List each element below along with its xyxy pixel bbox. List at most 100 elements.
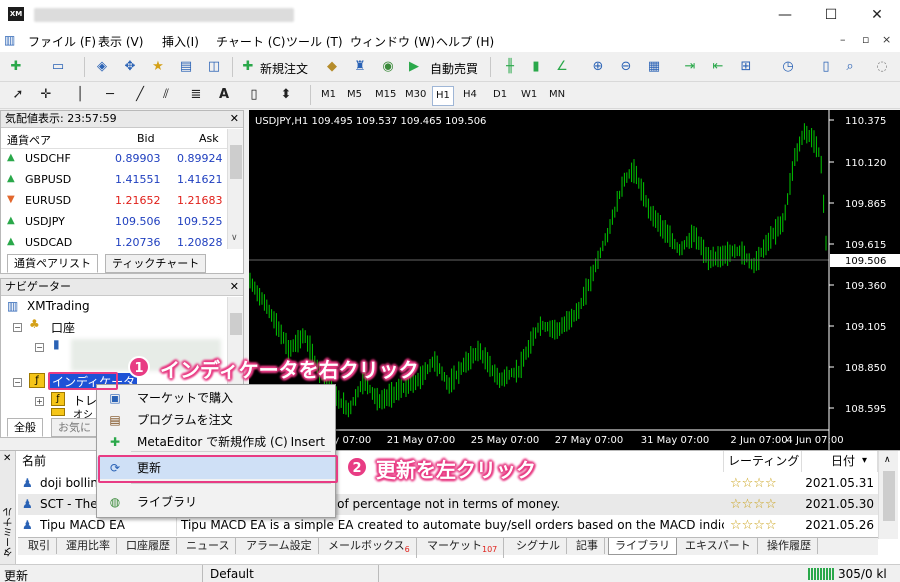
tab-favorites[interactable]: お気に — [51, 418, 98, 437]
menu-insert[interactable]: 挿入(I) — [162, 33, 199, 50]
indicators-list-icon[interactable]: ⊞ — [736, 57, 756, 77]
tab-terminal-5[interactable]: メールボックス6 — [322, 538, 417, 559]
price-chart[interactable]: USDJPY,H1 109.495 109.537 109.465 109.50… — [249, 110, 900, 450]
collapse-box-icon[interactable]: − — [13, 323, 22, 332]
data-window-icon[interactable]: ✥ — [120, 57, 140, 77]
tf-m1[interactable]: M1 — [318, 86, 339, 104]
tf-w1[interactable]: W1 — [518, 86, 540, 104]
tf-m5[interactable]: M5 — [344, 86, 365, 104]
new-order-icon[interactable]: ✚ — [238, 57, 258, 77]
tab-symbol-list[interactable]: 通貨ペアリスト — [7, 254, 98, 273]
expand-box-icon[interactable]: + — [35, 397, 44, 406]
scroll-up-icon[interactable]: ∧ — [884, 455, 891, 465]
trendline-icon[interactable]: ╱ — [130, 85, 150, 105]
market-watch-scrollbar[interactable]: ∨ — [227, 129, 243, 249]
ctx-item-buy-market[interactable]: ▣ マーケットで購入 — [97, 387, 335, 409]
auto-scroll-icon[interactable]: ⇥ — [680, 57, 700, 77]
tab-terminal-0[interactable]: 取引 — [22, 538, 57, 554]
col-ask[interactable]: Ask — [199, 132, 219, 145]
tab-general[interactable]: 全般 — [7, 418, 43, 437]
scroll-thumb[interactable] — [230, 313, 242, 335]
quote-row[interactable]: ▼ EURUSD 1.21652 1.21683 — [1, 191, 227, 212]
cursor-icon[interactable]: ➚ — [8, 85, 28, 105]
tf-mn[interactable]: MN — [546, 86, 568, 104]
templates-icon[interactable]: ▯ — [816, 57, 836, 77]
chevron-down-icon[interactable]: ∨ — [231, 233, 238, 243]
scroll-thumb[interactable] — [230, 145, 242, 179]
tf-m15[interactable]: M15 — [372, 86, 399, 104]
channel-icon[interactable]: ⫽ — [156, 85, 176, 105]
chart-doc-icon[interactable]: ▥ — [4, 33, 15, 47]
menu-chart[interactable]: チャート (C) — [216, 33, 285, 50]
community-icon[interactable]: ◉ — [378, 57, 398, 77]
tab-terminal-7[interactable]: シグナル — [510, 538, 567, 554]
quote-row[interactable]: ▲ USDJPY 109.506 109.525 — [1, 212, 227, 233]
sort-desc-icon[interactable]: ▾ — [862, 455, 867, 466]
tf-h4[interactable]: H4 — [460, 86, 480, 104]
strategy-tester-icon[interactable]: ◫ — [204, 57, 224, 77]
close-icon[interactable]: ✕ — [230, 111, 239, 127]
scroll-thumb[interactable] — [883, 471, 895, 521]
quote-row[interactable]: ▲ GBPUSD 1.41551 1.41621 — [1, 170, 227, 191]
mdi-restore-button[interactable]: ▫ — [862, 33, 869, 46]
periods-clock-icon[interactable]: ◷ — [778, 57, 798, 77]
tile-windows-icon[interactable]: ▦ — [644, 57, 664, 77]
maximize-button[interactable]: ☐ — [808, 0, 854, 30]
tf-d1[interactable]: D1 — [490, 86, 510, 104]
collapse-box-icon[interactable]: − — [35, 343, 44, 352]
text-label-icon[interactable]: ▯ — [244, 85, 264, 105]
tree-accounts[interactable]: 口座 — [51, 319, 75, 336]
terminal-scrollbar[interactable]: ∧ — [878, 451, 898, 539]
col-rating[interactable]: レーティング — [724, 451, 802, 472]
tab-terminal-2[interactable]: 口座履歴 — [120, 538, 177, 554]
close-button[interactable]: ✕ — [854, 0, 900, 30]
chat-icon[interactable]: ◌ — [872, 57, 892, 77]
signals-icon[interactable]: ♜ — [350, 57, 370, 77]
tab-tick-chart[interactable]: ティックチャート — [105, 254, 207, 273]
menu-help[interactable]: ヘルプ (H) — [436, 33, 494, 50]
tab-terminal-1[interactable]: 運用比率 — [60, 538, 117, 554]
tab-terminal-11[interactable]: 操作履歴 — [761, 538, 818, 554]
menu-view[interactable]: 表示 (V) — [98, 33, 143, 50]
tab-terminal-4[interactable]: アラーム設定 — [240, 538, 319, 554]
crosshair-icon[interactable]: ✛ — [36, 85, 56, 105]
terminal-icon[interactable]: ▤ — [176, 57, 196, 77]
menu-window[interactable]: ウィンドウ (W) — [350, 33, 435, 50]
profiles-icon[interactable]: ▭ — [48, 57, 68, 77]
library-row[interactable]: ♟ Tipu MACD EA Tipu MACD EA is a simple EA… — [18, 515, 878, 536]
candlestick-icon[interactable]: ▮ — [526, 57, 546, 77]
col-bid[interactable]: Bid — [137, 132, 155, 145]
tf-m30[interactable]: M30 — [402, 86, 429, 104]
new-chart-icon[interactable]: ✚ — [6, 57, 26, 77]
close-icon[interactable]: ✕ — [230, 279, 239, 295]
search-icon[interactable]: ⌕ — [840, 57, 860, 77]
ctx-item-order-program[interactable]: ▤ プログラムを注文 — [97, 409, 335, 431]
market-watch-icon[interactable]: ◈ — [92, 57, 112, 77]
tree-root[interactable]: XMTrading — [27, 299, 90, 313]
new-order-button[interactable]: 新規注文 — [260, 60, 308, 77]
menu-tools[interactable]: ツール (T) — [286, 33, 343, 50]
quote-row[interactable]: ▲ USDCAD 1.20736 1.20828 — [1, 233, 227, 254]
mdi-close-button[interactable]: × — [882, 33, 891, 46]
chart-shift-icon[interactable]: ⇤ — [708, 57, 728, 77]
close-icon[interactable]: ✕ — [3, 453, 11, 464]
zoom-in-icon[interactable]: ⊕ — [588, 57, 608, 77]
tab-terminal-3[interactable]: ニュース — [180, 538, 237, 554]
line-chart-icon[interactable]: ∠ — [552, 57, 572, 77]
navigator-icon[interactable]: ★ — [148, 57, 168, 77]
tab-terminal-9[interactable]: ライブラリ — [608, 538, 677, 555]
text-tool-icon[interactable]: A — [214, 85, 234, 105]
tab-terminal-6[interactable]: マーケット107 — [421, 538, 505, 559]
collapse-box-icon[interactable]: − — [13, 378, 22, 387]
quote-row[interactable]: ▲ USDCHF 0.89903 0.89924 — [1, 149, 227, 170]
chart-canvas[interactable]: USDJPY,H1 109.495 109.537 109.465 109.50… — [249, 110, 900, 450]
tab-terminal-8[interactable]: 記事 — [570, 538, 605, 554]
tab-terminal-10[interactable]: エキスパート — [679, 538, 758, 554]
ctx-item-library[interactable]: ◍ ライブラリ — [97, 491, 335, 513]
menu-file[interactable]: ファイル (F) — [28, 33, 96, 50]
fibonacci-icon[interactable]: ≣ — [186, 85, 206, 105]
bar-chart-icon[interactable]: ╫ — [500, 57, 520, 77]
col-symbol[interactable]: 通貨ペア — [7, 132, 51, 148]
mdi-minimize-button[interactable]: – — [840, 33, 846, 46]
auto-trading-icon[interactable]: ▶ — [404, 57, 424, 77]
